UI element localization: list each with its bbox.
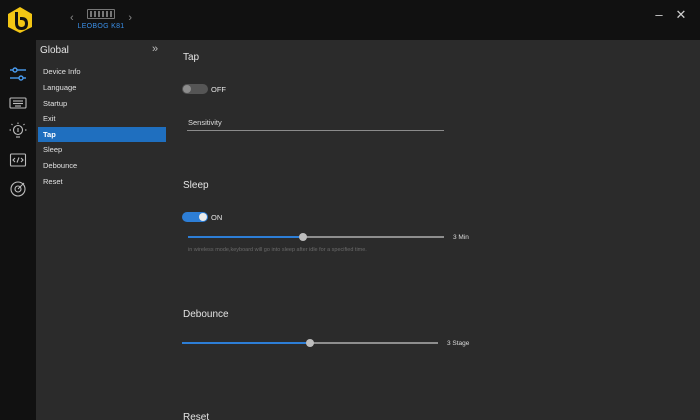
close-button[interactable]: ✕ (673, 8, 689, 22)
sidebar-item-exit[interactable]: Exit (38, 111, 166, 126)
collapse-sidebar-icon[interactable]: » (152, 43, 158, 55)
slider-fill (188, 236, 303, 238)
slider-fill (182, 342, 310, 344)
tap-toggle[interactable] (182, 84, 208, 94)
device-switcher: ‹ › LEOBOG K81 (70, 8, 132, 34)
sidebar-item-language[interactable]: Language (38, 80, 166, 95)
sensitivity-field-underline[interactable] (187, 130, 444, 131)
sleep-slider[interactable] (188, 233, 444, 241)
target-icon[interactable] (9, 180, 27, 198)
tap-section-title: Tap (183, 52, 200, 63)
sidebar-item-reset[interactable]: Reset (38, 174, 166, 189)
sidebar-item-startup[interactable]: Startup (38, 96, 166, 111)
sleep-section-title: Sleep (183, 180, 209, 191)
settings-sidebar: Global » Device Info Language Startup Ex… (36, 40, 170, 420)
slider-thumb[interactable] (299, 233, 307, 241)
debounce-slider[interactable] (182, 339, 438, 347)
sleep-value: 3 Min (453, 234, 469, 241)
sleep-toggle[interactable] (182, 212, 208, 222)
keyboard-icon[interactable] (9, 94, 27, 112)
reset-section-title: Reset (183, 412, 210, 420)
icon-rail (0, 40, 36, 420)
main-panel: Tap OFF Sensitivity Sleep ON 3 Min in wi… (170, 40, 700, 420)
title-bar: ‹ › LEOBOG K81 – ✕ (0, 0, 700, 40)
sidebar-item-sleep[interactable]: Sleep (38, 142, 166, 157)
tap-toggle-label: OFF (211, 85, 226, 94)
sidebar-item-debounce[interactable]: Debounce (38, 158, 166, 173)
sleep-toggle-label: ON (211, 213, 223, 222)
sensitivity-label: Sensitivity (188, 118, 222, 127)
sidebar-title: Global (40, 45, 69, 56)
toggle-knob (199, 213, 207, 221)
macro-icon[interactable] (9, 151, 27, 169)
minimize-button[interactable]: – (651, 8, 667, 22)
sidebar-item-device-info[interactable]: Device Info (38, 64, 166, 79)
leobog-logo-icon (8, 7, 32, 33)
sidebar-item-tap[interactable]: Tap (38, 127, 166, 142)
toggle-knob (183, 85, 191, 93)
sleep-hint: in wireless mode,keyboard will go into s… (188, 247, 367, 253)
device-name: LEOBOG K81 (77, 23, 125, 30)
lightbulb-icon[interactable] (9, 122, 27, 140)
sliders-icon[interactable] (9, 65, 27, 83)
slider-thumb[interactable] (306, 339, 314, 347)
keyboard-thumbnail-icon (87, 9, 115, 19)
debounce-value: 3 Stage (447, 340, 470, 347)
debounce-section-title: Debounce (183, 309, 229, 320)
